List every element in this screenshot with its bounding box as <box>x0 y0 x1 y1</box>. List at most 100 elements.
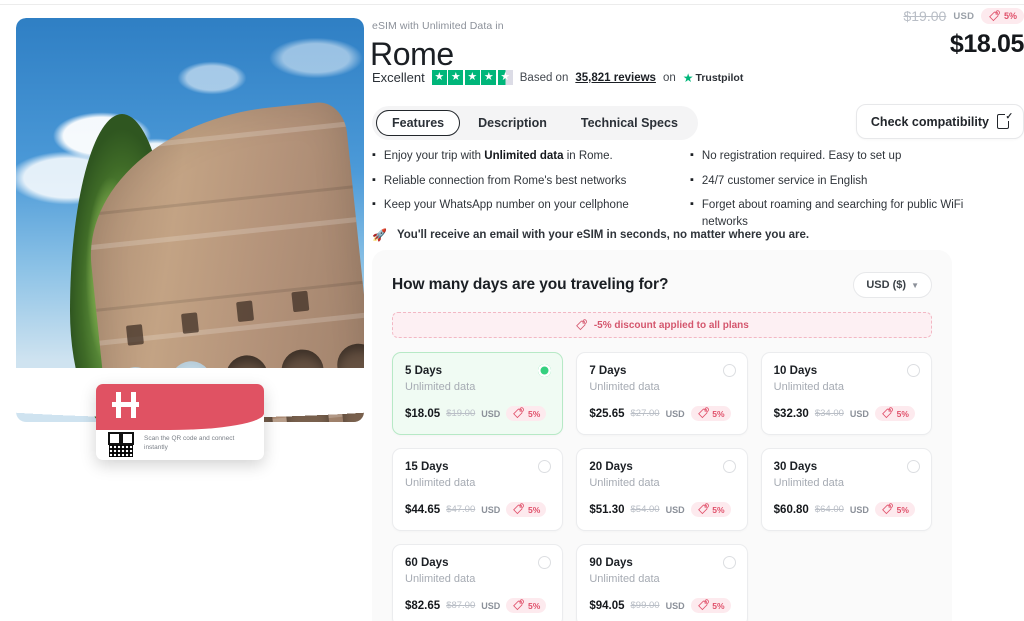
plans-panel-header: How many days are you traveling for? USD… <box>392 272 932 298</box>
plan-card-90-days[interactable]: 90 Days Unlimited data $94.05 $99.00 USD… <box>576 544 748 621</box>
plan-discount-value: 5% <box>527 504 541 515</box>
plan-card-7-days[interactable]: 7 Days Unlimited data $25.65 $27.00 USD … <box>576 352 748 435</box>
plan-price-row: $51.30 $54.00 USD 🏷 5% <box>589 502 734 517</box>
tab-features[interactable]: Features <box>376 110 461 136</box>
check-compatibility-button[interactable]: Check compatibility <box>855 104 1024 139</box>
plan-price: $25.65 <box>589 407 625 420</box>
plan-discount-value: 5% <box>527 408 541 419</box>
plan-price-row: $44.65 $47.00 USD 🏷 5% <box>405 502 550 517</box>
trustpilot-brand[interactable]: ★ Trustpilot <box>683 71 744 85</box>
tag-icon: 🏷 <box>696 408 710 419</box>
plan-radio[interactable] <box>722 556 736 569</box>
plan-days: 15 Days <box>405 461 449 473</box>
bullet-icon: ▪ <box>690 149 694 161</box>
plans-panel: How many days are you traveling for? USD… <box>372 250 952 621</box>
plan-days: 7 Days <box>589 365 627 377</box>
arch <box>335 341 364 422</box>
plan-days: 20 Days <box>589 461 633 473</box>
plan-old-price: $54.00 <box>630 504 660 515</box>
plan-discount-value: 5% <box>896 408 909 419</box>
plan-card-20-days[interactable]: 20 Days Unlimited data $51.30 $54.00 USD… <box>576 448 748 531</box>
currency-selector[interactable]: USD ($) ▼ <box>853 272 932 298</box>
trustpilot-star-icon: ★ <box>682 70 694 85</box>
feature-text: Keep your WhatsApp number on your cellph… <box>383 199 629 212</box>
rating-verdict: Excellent <box>372 70 425 85</box>
plan-days: 30 Days <box>773 461 818 473</box>
plan-currency: USD <box>481 408 501 419</box>
star-icon: ★ <box>431 70 447 85</box>
bullet-icon: ▪ <box>372 149 376 161</box>
plan-data: Unlimited data <box>405 477 476 489</box>
plan-price-row: $60.80 $64.00 USD 🏷 5% <box>774 502 919 517</box>
product-details: eSIM with Unlimited Data in Rome Excelle… <box>0 0 1024 621</box>
plan-data: Unlimited data <box>773 477 844 489</box>
plan-card-30-days[interactable]: 30 Days Unlimited data $60.80 $64.00 USD… <box>760 448 932 531</box>
plan-data: Unlimited data <box>405 381 476 393</box>
feature-item: ▪ Reliable connection from Rome's best n… <box>372 173 672 190</box>
bullet-icon: ▪ <box>690 198 694 211</box>
window <box>236 300 255 323</box>
hero-image-rome <box>16 18 364 422</box>
plan-radio[interactable] <box>722 364 736 377</box>
plan-price: $60.80 <box>773 503 809 516</box>
header-current-price: $18.05 <box>949 30 1024 58</box>
product-page: Scan the QR code and connect instantly e… <box>0 0 1024 621</box>
tab-description[interactable]: Description <box>462 110 563 136</box>
feature-item: ▪ Forget about roaming and searching for… <box>690 197 1010 230</box>
plan-discount-value: 5% <box>712 600 725 611</box>
product-eyebrow: eSIM with Unlimited Data in <box>372 20 504 32</box>
top-divider <box>0 4 1024 5</box>
tag-icon: 🏷 <box>512 408 525 419</box>
plan-old-price: $34.00 <box>814 408 844 419</box>
plan-price: $82.65 <box>405 599 441 612</box>
tag-icon: 🏷 <box>575 319 588 331</box>
window <box>291 290 310 313</box>
feature-item: ▪ Enjoy your trip with Unlimited data in… <box>372 148 672 165</box>
header-discount-value: 5% <box>1003 11 1017 21</box>
window <box>181 312 200 334</box>
bullet-icon: ▪ <box>372 173 376 186</box>
features-column-left: ▪ Enjoy your trip with Unlimited data in… <box>372 148 672 239</box>
plan-data: Unlimited data <box>405 573 476 585</box>
feature-item: ▪ 24/7 customer service in English <box>690 173 1010 190</box>
plan-discount-value: 5% <box>712 408 725 419</box>
header-price-block: $19.00 USD 🏷 5% $18.05 <box>903 8 1024 59</box>
plan-old-price: $47.00 <box>446 504 476 515</box>
plan-discount-badge: 🏷 5% <box>690 598 731 613</box>
tag-icon: 🏷 <box>696 600 710 611</box>
plan-radio[interactable] <box>906 460 920 473</box>
plan-currency: USD <box>665 600 685 611</box>
tab-technical-specs[interactable]: Technical Specs <box>565 110 694 136</box>
plan-radio[interactable] <box>722 460 736 473</box>
bullet-icon: ▪ <box>372 198 376 211</box>
plan-price-row: $18.05 $19.00 USD 🏷 5% <box>405 406 550 421</box>
plan-discount-badge: 🏷 5% <box>874 406 915 421</box>
plans-panel-title: How many days are you traveling for? <box>392 276 669 293</box>
star-half-icon: ★ <box>497 70 513 85</box>
plan-price-row: $25.65 $27.00 USD 🏷 5% <box>589 406 734 421</box>
plan-days: 5 Days <box>405 365 443 377</box>
product-tabs: Features Description Technical Specs <box>372 106 698 140</box>
tag-icon: 🏷 <box>512 504 525 515</box>
reviews-link[interactable]: 35,821 reviews <box>575 72 656 84</box>
esim-qr-card: Scan the QR code and connect instantly <box>96 384 264 460</box>
tag-icon: 🏷 <box>880 408 894 419</box>
plan-data: Unlimited data <box>589 573 660 585</box>
plan-card-10-days[interactable]: 10 Days Unlimited data $32.30 $34.00 USD… <box>760 352 932 435</box>
plan-price: $32.30 <box>773 407 809 420</box>
plan-data: Unlimited data <box>589 381 660 393</box>
plans-grid: 5 Days Unlimited data $18.05 $19.00 USD … <box>392 352 932 621</box>
plan-radio[interactable] <box>906 364 920 377</box>
plan-currency: USD <box>849 408 869 419</box>
plan-discount-badge: 🏷 5% <box>506 502 547 517</box>
plan-card-60-days[interactable]: 60 Days Unlimited data $82.65 $87.00 USD… <box>392 544 564 621</box>
feature-text: No registration required. Easy to set up <box>701 150 902 162</box>
plan-card-15-days[interactable]: 15 Days Unlimited data $44.65 $47.00 USD… <box>392 448 564 531</box>
plan-currency: USD <box>665 408 685 419</box>
feature-item: ▪ Keep your WhatsApp number on your cell… <box>372 197 672 214</box>
plan-old-price: $27.00 <box>630 408 660 419</box>
esim-card-caption: Scan the QR code and connect instantly <box>144 435 235 452</box>
plan-card-5-days[interactable]: 5 Days Unlimited data $18.05 $19.00 USD … <box>392 352 564 435</box>
tag-icon: 🏷 <box>880 504 894 515</box>
plan-discount-badge: 🏷 5% <box>690 502 731 517</box>
